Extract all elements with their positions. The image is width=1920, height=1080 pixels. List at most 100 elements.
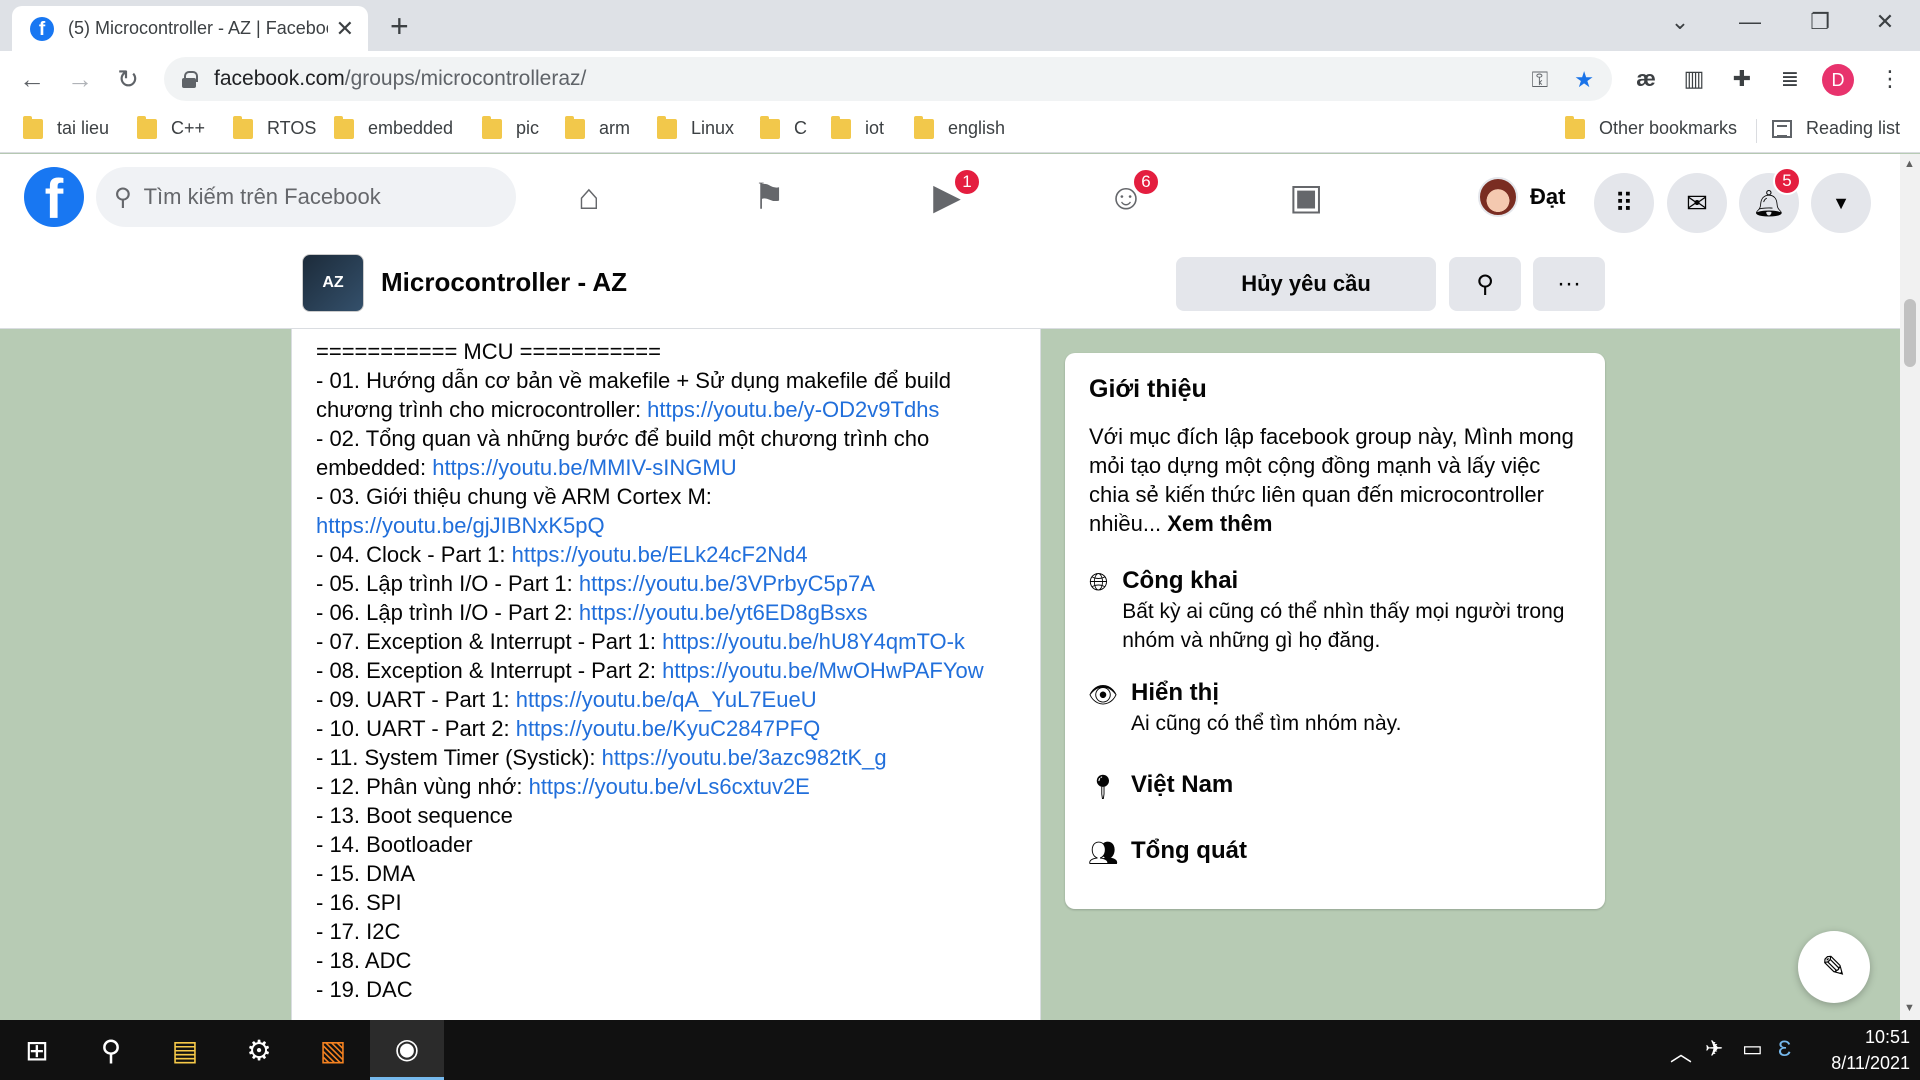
home-icon[interactable]: ⌂	[561, 172, 617, 222]
bookmark-folder[interactable]: pic	[482, 115, 539, 139]
scroll-down-icon[interactable]: ▼	[1904, 1002, 1915, 1014]
taskbar-clock[interactable]: 10:51 8/11/2021	[1800, 1024, 1910, 1076]
groups-icon[interactable]: ☺ 6	[1098, 168, 1160, 222]
post-line: - 06. Lập trình I/O - Part 2: https://yo…	[316, 600, 868, 625]
settings-gear-icon[interactable]: ⚙	[222, 1020, 296, 1080]
group-name[interactable]: Microcontroller - AZ	[381, 267, 627, 298]
input-method-icon[interactable]: Ɛ	[1778, 1036, 1791, 1062]
window-close-icon[interactable]: ✕	[1850, 0, 1920, 44]
bookmarks-bar: tai lieu C++ RTOS embedded pic arm Linux…	[0, 107, 1920, 153]
globe-icon: 🌐︎	[1089, 569, 1109, 596]
facebook-logo[interactable]: f	[24, 167, 84, 227]
post-line: - 12. Phân vùng nhớ: https://youtu.be/vL…	[316, 774, 810, 799]
profile-avatar[interactable]: D	[1822, 64, 1854, 96]
back-icon[interactable]: ←	[12, 59, 52, 99]
browser-menu-icon[interactable]: ⋮	[1872, 61, 1908, 97]
airplane-mode-icon[interactable]: ✈	[1705, 1036, 1723, 1062]
more-options-icon[interactable]: ···	[1533, 257, 1605, 311]
page-scrollbar[interactable]: ▲ ▼	[1900, 154, 1920, 1020]
video-link[interactable]: https://youtu.be/ELk24cF2Nd4	[512, 542, 808, 567]
post-line: - 03. Giới thiệu chung về ARM Cortex M:	[316, 484, 712, 509]
video-link[interactable]: https://youtu.be/yt6ED8gBsxs	[579, 600, 868, 625]
group-search-icon[interactable]: ⚲	[1449, 257, 1521, 311]
post-line: - 10. UART - Part 2: https://youtu.be/Ky…	[316, 716, 821, 741]
forward-icon[interactable]: →	[60, 59, 100, 99]
post-line: - 07. Exception & Interrupt - Part 1: ht…	[316, 629, 965, 654]
folder-icon	[760, 115, 780, 139]
reading-list-icon	[1772, 119, 1792, 138]
new-message-button[interactable]: ✎	[1798, 931, 1870, 1003]
bookmark-folder[interactable]: Linux	[657, 115, 734, 139]
tray-chevron-icon[interactable]: ︿	[1670, 1036, 1692, 1068]
menu-grid-icon[interactable]: ⠿	[1594, 173, 1654, 233]
post-line: https://youtu.be/gjJIBNxK5pQ	[316, 511, 1016, 540]
video-link[interactable]: https://youtu.be/3azc982tK_g	[602, 745, 887, 770]
bookmark-folder[interactable]: C	[760, 115, 807, 139]
see-more-link[interactable]: Xem thêm	[1167, 511, 1272, 536]
bookmark-star-icon[interactable]: ★	[1574, 67, 1594, 93]
post-line: chương trình cho microcontroller: https:…	[316, 397, 940, 422]
post-line: - 05. Lập trình I/O - Part 1: https://yo…	[316, 571, 875, 596]
video-link[interactable]: https://youtu.be/3VPrbyC5p7A	[579, 571, 875, 596]
extensions-puzzle-icon[interactable]: ✚	[1724, 61, 1760, 97]
tab-close-icon[interactable]: ✕	[336, 16, 354, 42]
lock-icon[interactable]	[182, 71, 198, 88]
video-link[interactable]: https://youtu.be/MMIV-sINGMU	[432, 455, 736, 480]
messenger-icon[interactable]: ✉	[1667, 173, 1727, 233]
password-key-icon[interactable]: ⚿	[1532, 67, 1549, 93]
gaming-icon[interactable]: ▣	[1278, 172, 1334, 222]
new-tab-button[interactable]: +	[390, 8, 409, 45]
post-line: - 08. Exception & Interrupt - Part 2: ht…	[316, 658, 984, 683]
folder-icon	[657, 115, 677, 139]
video-link[interactable]: https://youtu.be/gjJIBNxK5pQ	[316, 513, 605, 538]
profile-shortcut[interactable]: Đạt	[1478, 173, 1565, 221]
file-explorer-icon[interactable]: ▤	[148, 1020, 222, 1080]
location-pin-icon: 📍︎	[1087, 773, 1119, 801]
cancel-request-button[interactable]: Hủy yêu cầu	[1176, 257, 1436, 311]
folder-icon	[233, 115, 253, 139]
account-dropdown-icon[interactable]: ▼	[1811, 173, 1871, 233]
group-thumbnail[interactable]: AZ	[302, 254, 364, 312]
ae-extension-icon[interactable]: æ	[1628, 61, 1664, 97]
restore-icon[interactable]: ❐	[1785, 0, 1855, 44]
watch-icon[interactable]: ▶ 1	[919, 168, 981, 222]
bookmark-folder[interactable]: embedded	[334, 115, 453, 139]
bookmark-folder[interactable]: arm	[565, 115, 630, 139]
other-bookmarks[interactable]: Other bookmarks	[1565, 115, 1737, 139]
bookmark-folder[interactable]: RTOS	[233, 115, 316, 139]
windows-start-icon[interactable]: ⊞	[0, 1020, 74, 1080]
user-avatar	[1478, 177, 1518, 217]
video-link[interactable]: https://youtu.be/vLs6cxtuv2E	[529, 774, 810, 799]
bookmark-folder[interactable]: tai lieu	[23, 115, 109, 139]
reload-icon[interactable]: ↻	[108, 59, 148, 99]
eye-icon: 👁︎	[1087, 681, 1119, 709]
visibility-info: 👁︎ Hiển thị Ai cũng có thể tìm nhóm này.	[1087, 679, 1402, 735]
minimize-icon[interactable]: —	[1715, 0, 1785, 44]
media-control-icon[interactable]: ≣	[1772, 61, 1808, 97]
pdf-app-icon[interactable]: ▧	[296, 1020, 370, 1080]
bookmark-folder[interactable]: english	[914, 115, 1005, 139]
taskbar-search-icon[interactable]: ⚲	[74, 1020, 148, 1080]
pages-flag-icon[interactable]: ⚑	[741, 172, 797, 222]
scrollbar-thumb[interactable]	[1904, 299, 1916, 367]
facebook-search-input[interactable]: ⚲ Tìm kiếm trên Facebook	[96, 167, 516, 227]
scroll-up-icon[interactable]: ▲	[1904, 158, 1915, 170]
battery-icon[interactable]: ▭	[1742, 1036, 1763, 1062]
video-link[interactable]: https://youtu.be/KyuC2847PFQ	[516, 716, 821, 741]
chrome-taskbar-icon[interactable]: ◉	[370, 1020, 444, 1080]
reading-list[interactable]: Reading list	[1772, 118, 1900, 139]
video-link[interactable]: https://youtu.be/MwOHwPAFYow	[662, 658, 984, 683]
bookmark-folder[interactable]: C++	[137, 115, 205, 139]
video-link[interactable]: https://youtu.be/qA_YuL7EueU	[516, 687, 817, 712]
books-extension-icon[interactable]: ▥	[1676, 61, 1712, 97]
notifications-bell-icon[interactable]: 🔔︎ 5	[1739, 167, 1801, 233]
video-link[interactable]: https://youtu.be/hU8Y4qmTO-k	[662, 629, 965, 654]
video-link[interactable]: https://youtu.be/y-OD2v9Tdhs	[647, 397, 939, 422]
tab-search-icon[interactable]: ⌄	[1645, 0, 1715, 44]
address-bar[interactable]: facebook.com/groups/microcontrolleraz/ ⚿…	[164, 57, 1612, 101]
bookmark-folder[interactable]: iot	[831, 115, 884, 139]
post-line: - 18. ADC	[316, 948, 412, 973]
privacy-public: 🌐︎ Công khai Bất kỳ ai cũng có thể nhìn …	[1089, 567, 1565, 652]
post-line: - 02. Tổng quan và những bước để build m…	[316, 426, 930, 451]
browser-tab-active[interactable]: f (5) Microcontroller - AZ | Facebook ✕	[12, 6, 368, 51]
